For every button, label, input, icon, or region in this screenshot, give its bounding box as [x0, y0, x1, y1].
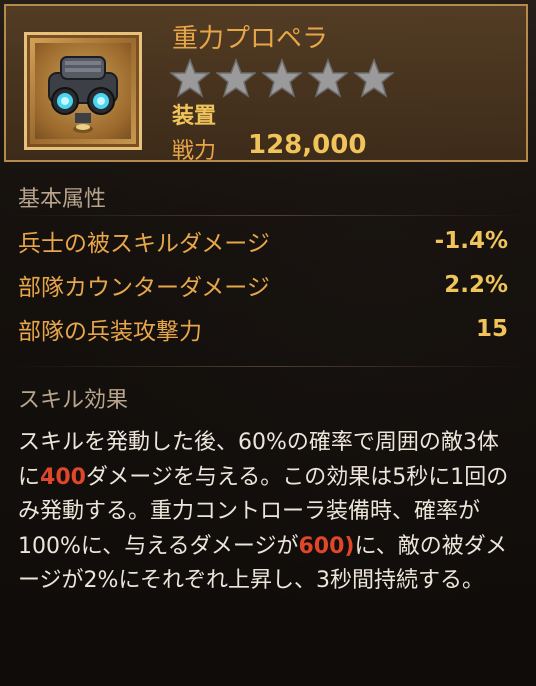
stat-value: -1.4% — [434, 228, 508, 254]
item-tooltip-panel: 重力プロペラ 装置 戦力 128,000 基本属性 兵士の被スキルダメージ -1… — [0, 0, 536, 686]
skill-effect-title: スキル効果 — [18, 388, 129, 413]
stat-row: 兵士の被スキルダメージ -1.4% — [18, 223, 508, 259]
section-divider — [8, 366, 528, 367]
section-divider — [8, 215, 528, 216]
power-label: 戦力 — [172, 139, 217, 164]
star-icon — [262, 58, 302, 98]
item-category: 装置 — [172, 104, 217, 129]
stat-label: 部隊カウンターダメージ — [18, 275, 270, 301]
basic-attributes-title: 基本属性 — [18, 187, 107, 212]
star-icon — [308, 58, 348, 98]
star-icon — [354, 58, 394, 98]
skill-damage-value: 400 — [40, 464, 86, 490]
stat-row: 部隊カウンターダメージ 2.2% — [18, 267, 508, 303]
skill-description: スキルを発動した後、60%の確率で周囲の敵3体に400ダメージを与える。この効果… — [18, 426, 518, 599]
stat-label: 部隊の兵装攻撃力 — [18, 319, 202, 345]
star-icon — [216, 58, 256, 98]
stat-value: 2.2% — [444, 272, 508, 298]
power-value: 128,000 — [248, 130, 367, 160]
stat-row: 部隊の兵装攻撃力 15 — [18, 311, 508, 347]
skill-enhanced-damage-value: 600) — [298, 533, 355, 559]
star-rating — [170, 58, 394, 98]
star-icon — [170, 58, 210, 98]
stat-label: 兵士の被スキルダメージ — [18, 231, 270, 257]
item-name: 重力プロペラ — [172, 24, 329, 54]
item-header: 重力プロペラ 装置 戦力 128,000 — [4, 4, 528, 164]
gravity-propeller-device-icon — [35, 43, 131, 139]
stat-value: 15 — [475, 316, 508, 342]
item-icon-frame — [24, 32, 142, 150]
